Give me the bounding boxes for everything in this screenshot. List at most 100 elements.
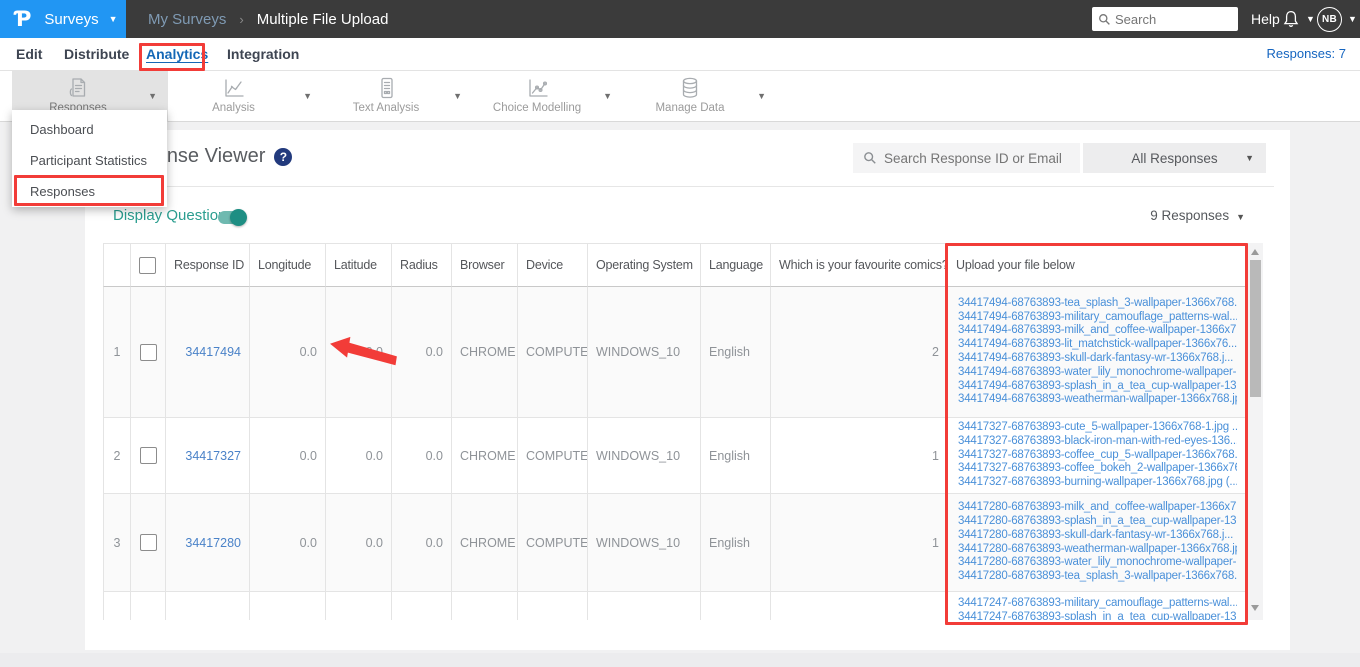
menu-item-participant-statistics[interactable]: Participant Statistics — [12, 145, 167, 176]
response-id-link — [166, 592, 250, 620]
uploaded-file-link[interactable]: 34417494-68763893-military_camouflage_pa… — [958, 311, 1237, 325]
chevron-down-icon: ▼ — [1236, 212, 1245, 222]
response-search[interactable] — [853, 143, 1080, 173]
select-all-checkbox[interactable] — [139, 256, 156, 274]
row-checkbox[interactable] — [139, 343, 157, 361]
response-viewer-panel: Response Viewer ? All Responses ▼ Displa… — [85, 130, 1290, 650]
manage-data-icon — [678, 74, 702, 100]
breadcrumb-separator-icon: › — [239, 11, 244, 27]
response-search-input[interactable] — [884, 150, 1069, 166]
top-bar: Ƥ Surveys ▼ My Surveys › Multiple File U… — [0, 0, 1360, 38]
vertical-scrollbar[interactable] — [1248, 243, 1263, 620]
uploaded-file-link[interactable]: 34417494-68763893-lit_matchstick-wallpap… — [958, 338, 1237, 352]
menu-item-responses[interactable]: Responses — [12, 176, 167, 207]
uploaded-file-link[interactable]: 34417247-68763893-splash_in_a_tea_cup-wa… — [958, 611, 1237, 620]
uploaded-file-link[interactable]: 34417494-68763893-skull-dark-fantasy-wr-… — [958, 352, 1237, 366]
column-header-browser[interactable]: Browser — [452, 243, 518, 287]
surveys-product-menu[interactable]: Ƥ Surveys ▼ — [0, 0, 126, 38]
help-circle-icon[interactable]: ? — [274, 147, 293, 166]
column-header-upload-your-file-below[interactable]: Upload your file below — [948, 243, 1248, 287]
column-header-label: Longitude — [258, 258, 312, 272]
divider — [101, 186, 1274, 187]
response-id-link[interactable]: 34417327 — [166, 418, 250, 494]
global-search-input[interactable] — [1115, 11, 1225, 27]
scroll-up-icon[interactable] — [1251, 249, 1259, 255]
chevron-down-icon: ▼ — [1245, 152, 1254, 163]
cell-num: 1 — [103, 287, 131, 418]
tab-edit[interactable]: Edit — [16, 38, 42, 70]
cell-device: COMPUTER — [518, 418, 588, 494]
uploaded-file-link[interactable]: 34417280-68763893-splash_in_a_tea_cup-wa… — [958, 515, 1237, 529]
help-link[interactable]: Help — [1251, 0, 1280, 38]
tab-distribute[interactable]: Distribute — [64, 38, 129, 70]
column-header-label: Response ID — [174, 258, 245, 272]
uploaded-file-link[interactable]: 34417280-68763893-skull-dark-fantasy-wr-… — [958, 529, 1237, 543]
vertical-scrollbar-thumb[interactable] — [1250, 260, 1261, 397]
analytics-toolbar: Responses ▼ Analysis ▼ Text Analysis ▼ C… — [0, 71, 1360, 122]
breadcrumb-my-surveys[interactable]: My Surveys — [148, 11, 226, 28]
search-icon — [864, 152, 876, 164]
cell-latitude: 0.0 — [326, 494, 392, 592]
display-questions-toggle[interactable] — [218, 209, 247, 226]
column-header-language[interactable]: Language — [701, 243, 771, 287]
column-header-latitude[interactable]: Latitude — [326, 243, 392, 287]
response-id-link[interactable]: 34417494 — [166, 287, 250, 418]
response-id-link[interactable]: 34417280 — [166, 494, 250, 592]
column-header-which-is-your-favourite-comics[interactable]: Which is your favourite comics? — [771, 243, 948, 287]
uploaded-file-link[interactable]: 34417327-68763893-black-iron-man-with-re… — [958, 435, 1237, 449]
uploaded-file-link[interactable]: 34417327-68763893-cute_5-wallpaper-1366x… — [958, 421, 1237, 435]
cell-num: 3 — [103, 494, 131, 592]
column-header-longitude[interactable]: Longitude — [250, 243, 326, 287]
uploaded-file-link[interactable]: 34417247-68763893-military_camouflage_pa… — [958, 597, 1237, 611]
uploaded-file-link[interactable]: 34417280-68763893-tea_splash_3-wallpaper… — [958, 570, 1237, 584]
footer-band — [0, 653, 1360, 667]
scroll-down-icon[interactable] — [1251, 605, 1259, 611]
uploaded-file-link[interactable]: 34417327-68763893-coffee_cup_5-wallpaper… — [958, 449, 1237, 463]
select-all-checkbox-cell[interactable] — [131, 243, 166, 287]
responses-count-dropdown[interactable]: 9 Responses ▼ — [1125, 208, 1245, 223]
uploaded-file-link[interactable]: 34417494-68763893-water_lily_monochrome-… — [958, 366, 1237, 380]
column-header-device[interactable]: Device — [518, 243, 588, 287]
toolbar-text-analysis[interactable]: Text Analysis ▼ — [323, 71, 473, 122]
user-menu[interactable]: NB ▼ — [1317, 0, 1357, 38]
toolbar-manage-data[interactable]: Manage Data ▼ — [627, 71, 777, 122]
tab-analytics[interactable]: Analytics — [146, 38, 208, 70]
uploaded-file-link[interactable]: 34417494-68763893-tea_splash_3-wallpaper… — [958, 297, 1237, 311]
row-checkbox[interactable] — [139, 447, 157, 464]
uploaded-file-link[interactable]: 34417494-68763893-milk_and_coffee-wallpa… — [958, 324, 1237, 338]
menu-item-dashboard[interactable]: Dashboard — [12, 114, 167, 145]
column-header-response-id[interactable]: Response ID▲ — [166, 243, 250, 287]
row-number-header — [103, 243, 131, 287]
toolbar-label: Choice Modelling — [492, 102, 582, 114]
uploaded-file-link[interactable]: 34417280-68763893-water_lily_monochrome-… — [958, 556, 1237, 570]
cell-num — [103, 592, 131, 620]
toolbar-label: Analysis — [212, 102, 255, 114]
cell-latitude — [326, 592, 392, 620]
uploaded-file-link[interactable]: 34417280-68763893-weatherman-wallpaper-1… — [958, 543, 1237, 557]
toolbar-analysis[interactable]: Analysis ▼ — [168, 71, 323, 122]
column-header-operating-system[interactable]: Operating System — [588, 243, 701, 287]
toolbar-choice-modelling[interactable]: Choice Modelling ▼ — [475, 71, 623, 122]
uploaded-file-link[interactable]: 34417280-68763893-milk_and_coffee-wallpa… — [958, 501, 1237, 515]
responses-count-badge[interactable]: Responses: 7 — [1267, 38, 1347, 70]
uploaded-file-link[interactable]: 34417494-68763893-weatherman-wallpaper-1… — [958, 393, 1237, 407]
cell-latitude: 0.0 — [326, 287, 392, 418]
cell-comics — [771, 592, 948, 620]
cell-device: COMPUTER — [518, 494, 588, 592]
all-responses-filter[interactable]: All Responses ▼ — [1083, 143, 1266, 173]
uploaded-file-link[interactable]: 34417494-68763893-splash_in_a_tea_cup-wa… — [958, 380, 1237, 394]
column-header-label: Device — [526, 258, 564, 272]
cell-radius: 0.0 — [392, 494, 452, 592]
cell-language: English — [701, 287, 771, 418]
column-header-label: Operating System — [596, 258, 693, 272]
global-search[interactable] — [1092, 7, 1238, 31]
notifications-menu[interactable]: ▼ — [1283, 0, 1315, 38]
cell-language: English — [701, 418, 771, 494]
column-header-radius[interactable]: Radius — [392, 243, 452, 287]
cell-browser: CHROME — [452, 418, 518, 494]
uploaded-file-link[interactable]: 34417327-68763893-coffee_bokeh_2-wallpap… — [958, 462, 1237, 476]
tab-integration[interactable]: Integration — [227, 38, 299, 70]
chevron-down-icon: ▼ — [1306, 13, 1315, 24]
uploaded-file-link[interactable]: 34417327-68763893-burning-wallpaper-1366… — [958, 476, 1237, 490]
row-checkbox[interactable] — [139, 534, 157, 551]
